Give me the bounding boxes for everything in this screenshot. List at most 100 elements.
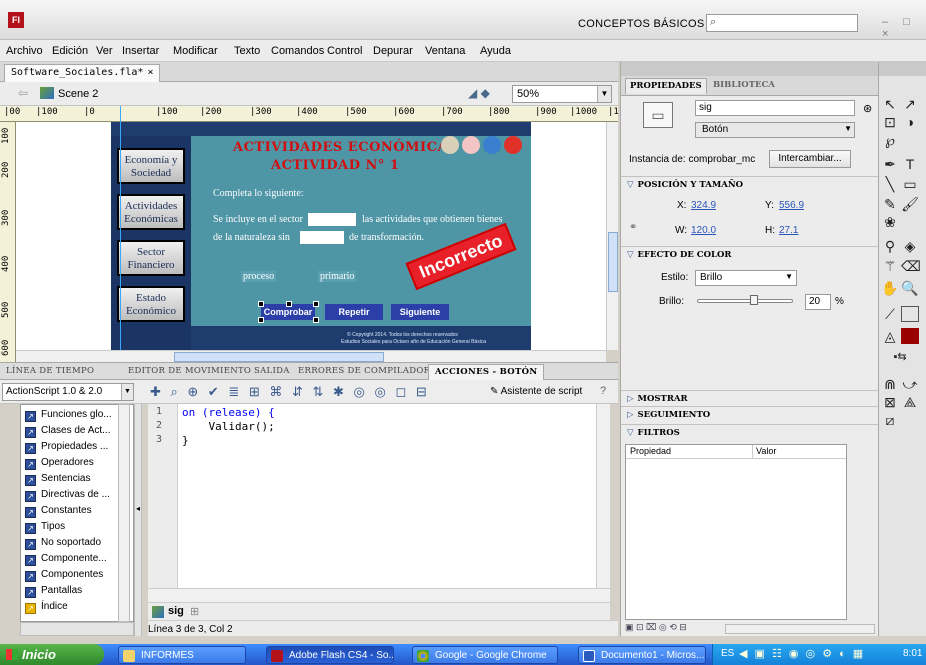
menu-control[interactable]: Control — [327, 45, 362, 57]
workspace-switcher[interactable]: CONCEPTOS BÁSICOS▼ — [578, 18, 718, 30]
script-assist-button[interactable]: ✎ Asistente de script — [490, 386, 582, 397]
selection-handle[interactable] — [313, 301, 319, 307]
script-vertical-scrollbar[interactable] — [596, 404, 610, 588]
nav-button-sector[interactable]: Sector Financiero — [117, 240, 185, 276]
toolbox-scrollbar[interactable] — [118, 404, 130, 622]
menu-depurar[interactable]: Depurar — [373, 45, 413, 57]
menu-comandos[interactable]: Comandos — [271, 45, 324, 57]
document-tab[interactable]: Software_Sociales.fla* × — [4, 64, 161, 82]
taskbar-item-informes[interactable]: INFORMES — [118, 646, 246, 664]
siguiente-button[interactable]: Siguiente — [391, 304, 449, 320]
slider-thumb[interactable] — [749, 295, 758, 305]
fill-color-icon[interactable]: ◬ — [881, 328, 899, 345]
swap-button[interactable]: Intercambiar... — [769, 150, 851, 168]
eyedropper-tool-icon[interactable]: ⚚ — [881, 258, 899, 275]
menu-modificar[interactable]: Modificar — [173, 45, 218, 57]
back-arrow-icon[interactable]: ⇦ — [18, 86, 28, 100]
taskbar-item-chrome[interactable]: Google - Google Chrome — [412, 646, 558, 664]
toolbox-item[interactable]: ↗ No soportado — [25, 535, 101, 551]
rectangle-tool-icon[interactable]: ▭ — [901, 176, 919, 193]
x-value[interactable]: 324.9 — [691, 200, 716, 211]
scroll-thumb[interactable] — [608, 232, 618, 292]
section-position-size[interactable]: ▽ POSICIÓN Y TAMAÑO — [621, 176, 879, 192]
blank-2-input[interactable] — [300, 231, 344, 244]
zoom-select[interactable]: 50% ▼ — [512, 85, 612, 103]
filter-toolbar[interactable]: ▣ ⊡ ⌧ ◎ ⟲ ⊟ — [625, 622, 875, 636]
hand-tool-icon[interactable]: ✋ — [881, 280, 899, 297]
language-indicator[interactable]: ES — [721, 648, 734, 659]
brightness-input[interactable]: 20 — [805, 294, 831, 310]
pin-script-icon[interactable]: ⊞ — [190, 605, 199, 618]
section-color-effect[interactable]: ▽ EFECTO DE COLOR — [621, 246, 879, 262]
code-line[interactable]: } — [182, 434, 189, 447]
pencil-icon[interactable] — [462, 136, 480, 154]
toolbox-item[interactable]: ↗ Propiedades ... — [25, 439, 108, 455]
link-dimensions-icon[interactable]: ⚭ — [629, 222, 637, 233]
menu-edicion[interactable]: Edición — [52, 45, 88, 57]
scene-label[interactable]: Scene 2 — [58, 88, 98, 100]
tab-output[interactable]: SALIDA — [254, 366, 290, 376]
fill-swatch-icon[interactable] — [901, 328, 919, 344]
toolbox-item[interactable]: ↗ Índice — [25, 599, 68, 615]
3d-rotation-tool-icon[interactable]: ◑ — [901, 114, 919, 130]
free-transform-tool-icon[interactable]: ⊡ — [881, 114, 899, 131]
eraser-tool-icon[interactable]: ⌫ — [901, 258, 921, 275]
word-option-proceso[interactable]: proceso — [241, 271, 277, 282]
line-tool-icon[interactable]: ╲ — [881, 176, 899, 193]
help-icon[interactable] — [483, 136, 501, 154]
edit-scene-icon[interactable]: ◢ ◆ — [468, 86, 490, 100]
tray-icons[interactable]: ◀ ▣ ☷ ◉ ◎ ⚙ ◐ ▦ — [739, 647, 865, 660]
panel-splitter[interactable]: ◂ — [134, 404, 142, 636]
nav-button-economia[interactable]: Economía y Sociedad — [117, 148, 185, 184]
toolbox-item[interactable]: ↗ Tipos — [25, 519, 65, 535]
selection-handle[interactable] — [258, 317, 264, 323]
taskbar-item-word[interactable]: Documento1 - Micros... — [578, 646, 706, 664]
stage[interactable]: Economía y Sociedad Actividades Económic… — [16, 122, 606, 350]
toolbox-item[interactable]: ↗ Componente... — [25, 551, 107, 567]
scale-icon[interactable]: ⧄ — [881, 412, 899, 429]
menu-ver[interactable]: Ver — [96, 45, 113, 57]
rotate-icon[interactable]: ⟁ — [901, 394, 919, 411]
pen-tool-icon[interactable]: ✒ — [881, 156, 899, 173]
tab-motion-editor[interactable]: EDITOR DE MOVIMIENTO — [128, 366, 251, 376]
text-tool-icon[interactable]: T — [901, 156, 919, 172]
tab-actions[interactable]: ACCIONES - BOTÓN — [428, 364, 545, 380]
blank-1-input[interactable] — [308, 213, 356, 226]
pencil-tool-icon[interactable]: ✎ — [881, 196, 899, 213]
section-filters[interactable]: ▽ FILTROS — [621, 424, 879, 440]
y-value[interactable]: 556.9 — [779, 200, 804, 211]
start-button[interactable]: Inicio — [0, 644, 104, 665]
toolbox-item[interactable]: ↗ Funciones glo... — [25, 407, 112, 423]
nav-button-estado[interactable]: Estado Económico — [117, 286, 185, 322]
toolbox-item[interactable]: ↗ Sentencias — [25, 471, 90, 487]
toolbox-item[interactable]: ↗ Constantes — [25, 503, 92, 519]
menu-insertar[interactable]: Insertar — [122, 45, 159, 57]
close-icon[interactable]: × — [147, 67, 153, 78]
selection-handle[interactable] — [258, 301, 264, 307]
w-value[interactable]: 120.0 — [691, 225, 716, 236]
window-controls[interactable]: – □ × — [882, 16, 926, 40]
h-value[interactable]: 27.1 — [779, 225, 798, 236]
tab-library[interactable]: BIBLIOTECA — [713, 80, 775, 90]
help-search-input[interactable]: ⌕ — [706, 14, 858, 32]
subselection-tool-icon[interactable]: ↗ — [901, 96, 919, 113]
filters-table[interactable]: Propiedad Valor — [625, 444, 847, 620]
color-style-select[interactable]: Brillo ▼ — [695, 270, 797, 286]
toolbox-footer[interactable] — [20, 622, 134, 636]
stroke-swatch-icon[interactable] — [901, 306, 919, 322]
panel-header[interactable] — [621, 62, 879, 76]
close-icon[interactable] — [504, 136, 522, 154]
help-icon[interactable]: ⊛ — [863, 102, 872, 115]
script-editor[interactable]: on (release) { Validar(); } — [178, 404, 596, 588]
selection-tool-icon[interactable]: ↖ — [881, 96, 899, 113]
toolbox-item[interactable]: ↗ Componentes — [25, 567, 103, 583]
selection-handle[interactable] — [286, 301, 292, 307]
stroke-color-icon[interactable]: ⟋ — [881, 306, 899, 323]
guide-line[interactable] — [120, 106, 121, 362]
bone-tool-icon[interactable]: ⚲ — [881, 238, 899, 255]
code-line[interactable]: on (release) { — [182, 406, 275, 419]
word-option-primario[interactable]: primario — [318, 271, 357, 282]
section-tracking[interactable]: ▷ SEGUIMIENTO — [621, 406, 879, 422]
lasso-tool-icon[interactable]: ℘ — [881, 132, 899, 149]
symbol-behavior-select[interactable]: Botón ▼ — [695, 122, 855, 138]
